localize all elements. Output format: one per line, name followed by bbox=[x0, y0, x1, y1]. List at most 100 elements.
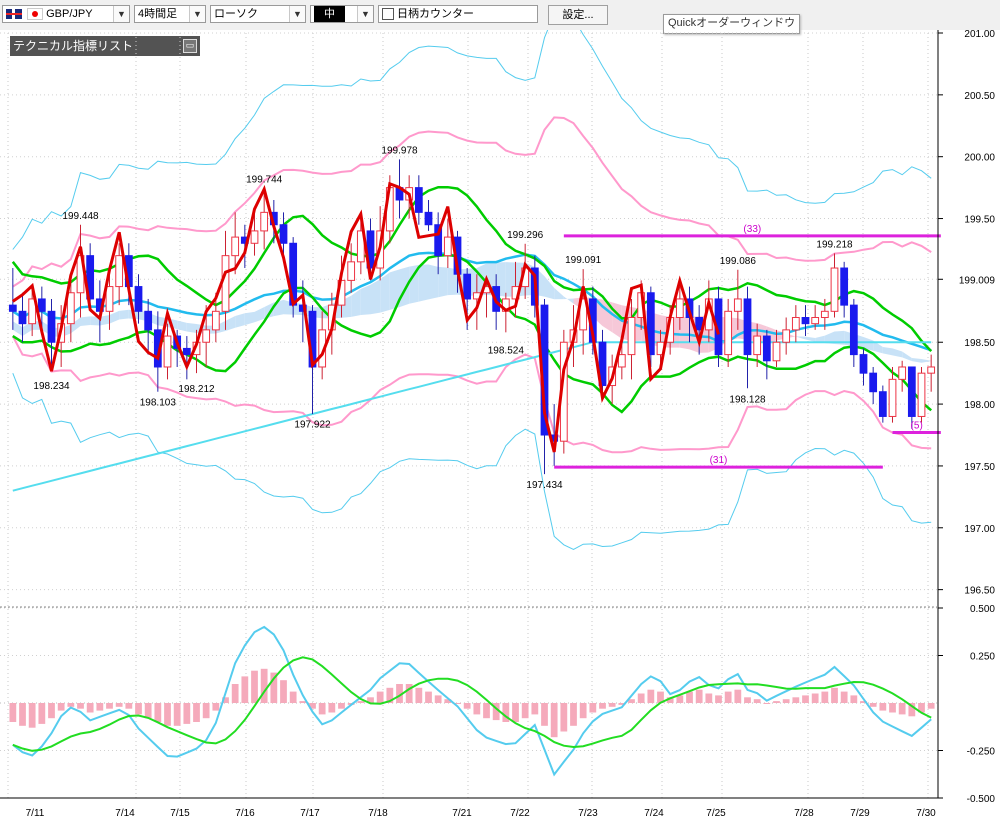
macd-histogram-bar bbox=[705, 693, 713, 703]
price-tick-label: 201.00 bbox=[964, 30, 995, 40]
price-tick-label: 197.50 bbox=[964, 462, 995, 473]
candle-bull bbox=[260, 211, 269, 232]
macd-histogram-bar bbox=[695, 689, 703, 703]
macd-histogram-bar bbox=[840, 691, 848, 703]
cloud-segment bbox=[80, 316, 91, 327]
macd-histogram-bar bbox=[154, 703, 162, 722]
candle-bull bbox=[927, 366, 936, 374]
macd-histogram-bar bbox=[782, 699, 790, 703]
macd-histogram-bar bbox=[483, 703, 490, 719]
macd-histogram-bar bbox=[57, 703, 65, 711]
stock-counter-field[interactable]: 日柄カウンター bbox=[378, 5, 538, 23]
low-label: 197.434 bbox=[526, 480, 563, 491]
candle-bull bbox=[105, 286, 114, 312]
cloud-segment bbox=[235, 313, 245, 328]
candle-bear bbox=[37, 298, 46, 312]
high-label: 199.448 bbox=[62, 211, 99, 222]
price-tick-label: 199.009 bbox=[959, 275, 996, 286]
cloud-segment bbox=[882, 346, 893, 356]
size-label: 中 bbox=[314, 6, 345, 22]
settings-button[interactable]: 設定... bbox=[548, 5, 608, 25]
symbol-select[interactable]: GBP/JPY ▼ bbox=[2, 5, 130, 23]
cloud-segment bbox=[109, 310, 120, 324]
candle-bull bbox=[830, 267, 839, 312]
chevron-down-icon[interactable]: ▼ bbox=[357, 6, 373, 22]
macd-histogram-bar bbox=[550, 703, 558, 738]
macd-histogram-bar bbox=[144, 703, 152, 719]
macd-histogram-bar bbox=[125, 703, 133, 709]
candle-bear bbox=[878, 391, 887, 417]
low-label: 198.103 bbox=[140, 397, 177, 408]
candle-bear bbox=[414, 187, 423, 213]
macd-histogram-bar bbox=[318, 703, 326, 715]
checkbox[interactable] bbox=[382, 8, 394, 21]
chevron-down-icon[interactable]: ▼ bbox=[189, 6, 205, 22]
macd-histogram-bar bbox=[96, 703, 104, 711]
macd-histogram-bar bbox=[821, 691, 829, 703]
macd-histogram-bar bbox=[28, 703, 36, 728]
low-label: 198.524 bbox=[488, 345, 525, 356]
candle-bull bbox=[221, 255, 230, 312]
candle-bull bbox=[917, 372, 926, 417]
chevron-down-icon[interactable]: ▼ bbox=[289, 6, 305, 22]
candle-bull bbox=[627, 317, 636, 356]
macd-histogram-bar bbox=[77, 703, 84, 709]
candle-bear bbox=[859, 354, 868, 374]
macd-histogram-bar bbox=[67, 703, 75, 707]
chevron-down-icon[interactable]: ▼ bbox=[113, 6, 129, 22]
candle-bull bbox=[163, 335, 172, 368]
size-select[interactable]: 中 ▼ bbox=[310, 5, 374, 23]
candle-bear bbox=[869, 372, 878, 393]
macd-histogram-bar bbox=[715, 695, 722, 703]
timeframe-select[interactable]: 4時間足 ▼ bbox=[134, 5, 206, 23]
macd-histogram-bar bbox=[927, 703, 935, 709]
date-tick-label: 7/22 bbox=[510, 808, 530, 819]
macd-histogram-bar bbox=[570, 703, 577, 726]
cloud-segment bbox=[795, 336, 806, 340]
macd-histogram-bar bbox=[831, 687, 838, 703]
toolbar: GBP/JPY ▼ 4時間足 ▼ ローソク ▼ 中 ▼ 日柄カウンター 設定..… bbox=[0, 0, 1000, 30]
candle-bear bbox=[840, 267, 849, 306]
candle-bull bbox=[820, 310, 829, 318]
candle-bear bbox=[762, 335, 771, 362]
macd-histogram-bar bbox=[802, 695, 809, 703]
candle-bear bbox=[424, 211, 433, 226]
candle-bear bbox=[801, 317, 810, 325]
macd-histogram-bar bbox=[106, 703, 113, 709]
cloud-segment bbox=[902, 351, 912, 362]
cloud-segment bbox=[225, 316, 236, 331]
price-chart[interactable]: 199.448 199.744 199.978 199.296 199.091 199.0… bbox=[0, 30, 1000, 824]
date-tick-label: 7/14 bbox=[115, 808, 135, 819]
macd-histogram-bar bbox=[579, 703, 587, 719]
cloud-segment bbox=[380, 272, 390, 313]
cloud-segment bbox=[428, 264, 439, 300]
price-tick-label: 198.00 bbox=[964, 400, 995, 411]
cloud-segment bbox=[370, 279, 381, 315]
candle-bull bbox=[733, 298, 742, 312]
candle-bull bbox=[782, 329, 791, 343]
high-label: 199.218 bbox=[816, 239, 853, 250]
cloud-segment bbox=[921, 359, 932, 363]
candle-bear bbox=[743, 298, 752, 356]
macd-histogram-bar bbox=[869, 703, 877, 707]
macd-histogram-bar bbox=[541, 703, 548, 726]
price-tick-label: 199.50 bbox=[964, 215, 995, 226]
macd-histogram-bar bbox=[744, 697, 751, 703]
macd-histogram-bar bbox=[850, 695, 858, 703]
candle-bull bbox=[753, 335, 762, 356]
macd-histogram-bar bbox=[357, 701, 365, 703]
date-tick-label: 7/18 bbox=[368, 808, 388, 819]
cloud-segment bbox=[554, 287, 564, 300]
macd-histogram-bar bbox=[599, 703, 606, 709]
count-marker-label: (31) bbox=[710, 455, 728, 466]
macd-histogram-bar bbox=[647, 689, 655, 703]
chart-style-select[interactable]: ローソク ▼ bbox=[210, 5, 306, 23]
candle-bull bbox=[675, 298, 684, 318]
count-marker-label: (5) bbox=[911, 421, 923, 432]
date-tick-label: 7/17 bbox=[300, 808, 320, 819]
candle-bull bbox=[724, 310, 733, 356]
cloud-segment bbox=[892, 348, 903, 358]
macd-tick-label: -0.250 bbox=[967, 747, 996, 758]
macd-histogram-bar bbox=[724, 691, 732, 703]
candle-bull bbox=[443, 236, 452, 257]
